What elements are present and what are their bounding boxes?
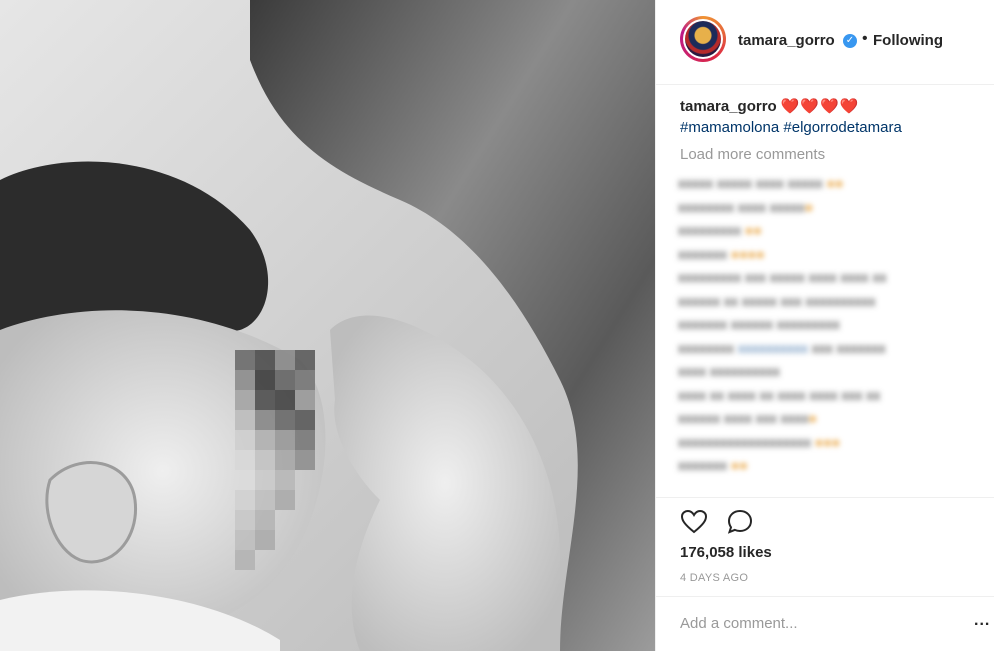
more-options-icon[interactable]: ...	[974, 612, 990, 630]
comment-row: xxxx xxxxxxxxxx	[678, 363, 780, 379]
avatar-ring	[683, 19, 723, 59]
post-actions	[680, 508, 768, 536]
heart-icon[interactable]	[680, 508, 708, 536]
add-comment-input[interactable]: Add a comment...	[680, 615, 798, 632]
comment-row: xxxxxxxxx xxx xxxxx xxxx xxxx xx	[678, 269, 887, 285]
load-more-comments-button[interactable]: Load more comments	[680, 146, 825, 163]
caption-username[interactable]: tamara_gorro	[680, 98, 777, 115]
comment-row: xxxxxxxxxxxxxxxxxxx ●●●	[678, 433, 841, 450]
comment-row: xxxxxxx ●●●●	[678, 245, 765, 262]
post-photo[interactable]	[0, 0, 655, 651]
caption: tamara_gorro ❤️❤️❤️❤️	[680, 97, 859, 115]
avatar[interactable]	[680, 16, 726, 62]
verified-badge-icon: ✓	[843, 34, 857, 48]
comment-row: xxxxx xxxxx xxxx xxxxx ●●	[678, 175, 844, 191]
avatar-image	[685, 21, 721, 57]
comment-row: xxxxxxxxx ●●	[678, 222, 762, 238]
following-button[interactable]: Following	[873, 32, 943, 49]
post-image	[0, 0, 655, 651]
comment-bubble-icon[interactable]	[726, 508, 754, 536]
header-username[interactable]: tamara_gorro	[738, 32, 835, 49]
comment-row: xxxxxx xxxx xxx xxxx●	[678, 410, 818, 426]
comment-row: xxxxxxx xxxxxx xxxxxxxxx	[678, 316, 840, 332]
blurred-comments: xxxxx xxxxx xxxx xxxxx ●● xxxxxxxx xxxx …	[678, 172, 978, 478]
likes-count[interactable]: 176,058 likes	[680, 544, 772, 561]
divider	[656, 497, 994, 498]
post-header: tamara_gorro ✓ • Following	[656, 0, 994, 85]
caption-hashtags[interactable]: #mamamolona #elgorrodetamara	[680, 119, 902, 136]
comment-row: xxxxxx xx xxxxx xxx xxxxxxxxxx	[678, 292, 876, 309]
comment-row: xxxxxxxx xxxxxxxxxx xxx xxxxxxx	[678, 339, 886, 356]
timestamp[interactable]: 4 DAYS AGO	[680, 572, 748, 584]
caption-hearts: ❤️❤️❤️❤️	[780, 98, 860, 115]
separator-dot: •	[862, 30, 868, 47]
divider	[656, 596, 994, 597]
comment-row: xxxxxxx ●●	[678, 457, 748, 473]
comment-row: xxxx xx xxxx xx xxxx xxxx xxx xx	[678, 386, 881, 403]
comment-row: xxxxxxxx xxxx xxxxx●	[678, 198, 814, 215]
post-sidebar: tamara_gorro ✓ • Following tamara_gorro ❤…	[655, 0, 1002, 651]
